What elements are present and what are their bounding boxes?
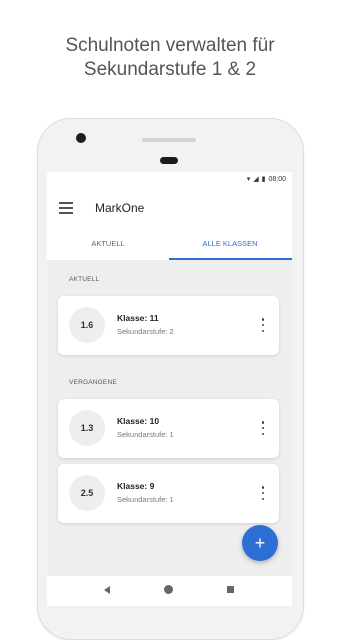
active-tab-indicator (169, 258, 292, 260)
front-camera (76, 133, 86, 143)
tab-aktuell[interactable]: AKTUELL (47, 238, 169, 260)
tab-alle-klassen[interactable]: ALLE KLASSEN (169, 238, 291, 260)
home-circle-icon[interactable] (164, 585, 173, 594)
more-options-icon[interactable] (261, 318, 265, 332)
signal-icon: ◢ (253, 176, 259, 183)
back-triangle-icon[interactable] (104, 586, 110, 594)
grade-average-badge: 1.3 (69, 410, 105, 446)
promo-headline-line1: Schulnoten verwalten für (65, 35, 275, 56)
promo-headline-line2: Sekundarstufe 1 & 2 (83, 59, 257, 80)
more-options-icon[interactable] (261, 486, 265, 500)
earpiece-speaker (142, 138, 196, 142)
class-subtitle: Sekundarstufe: 1 (117, 495, 174, 504)
class-title: Klasse: 10 (117, 416, 160, 426)
status-bar: ▾ ◢ ▮ 08:00 (47, 172, 292, 188)
add-class-fab[interactable]: + (242, 525, 278, 561)
android-nav-bar (47, 576, 292, 606)
phone-screen: ▾ ◢ ▮ 08:00 MarkOne AKTUELL ALLE KLASSEN… (47, 172, 292, 606)
proximity-sensor (160, 157, 178, 164)
class-subtitle: Sekundarstufe: 2 (117, 327, 174, 336)
plus-icon: + (254, 533, 266, 553)
grade-average-badge: 2.5 (69, 475, 105, 511)
wifi-icon: ▾ (246, 176, 251, 183)
class-card[interactable]: 1.6 Klasse: 11 Sekundarstufe: 2 (58, 296, 279, 355)
app-bar: MarkOne AKTUELL ALLE KLASSEN (47, 188, 292, 260)
battery-icon: ▮ (261, 176, 266, 183)
section-label-vergangene: VERGANGENE (69, 379, 117, 386)
class-subtitle: Sekundarstufe: 1 (117, 430, 174, 439)
recent-apps-square-icon[interactable] (227, 586, 234, 593)
class-title: Klasse: 11 (117, 313, 159, 323)
class-title: Klasse: 9 (117, 481, 155, 491)
more-options-icon[interactable] (261, 421, 265, 435)
grade-average-badge: 1.6 (69, 307, 105, 343)
class-card[interactable]: 1.3 Klasse: 10 Sekundarstufe: 1 (58, 399, 279, 458)
section-label-aktuell: AKTUELL (69, 276, 100, 283)
promo-headline: Schulnoten verwalten für Sekundarstufe 1… (0, 34, 340, 82)
status-time: 08:00 (268, 176, 286, 183)
app-title: MarkOne (95, 201, 145, 215)
hamburger-menu-icon[interactable] (59, 202, 73, 214)
class-card[interactable]: 2.5 Klasse: 9 Sekundarstufe: 1 (58, 464, 279, 523)
